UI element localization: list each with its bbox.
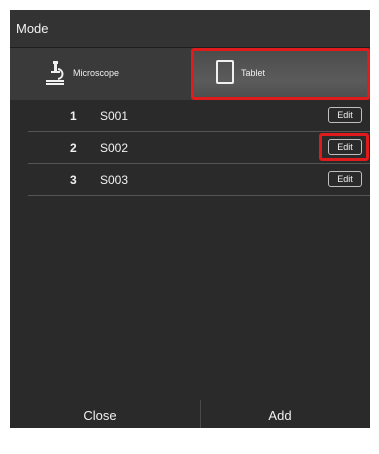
mode-title: Mode <box>16 21 49 36</box>
item-name: S003 <box>100 173 129 187</box>
tab-microscope[interactable]: Microscope <box>10 48 191 100</box>
mode-tabs: Microscope Tablet <box>10 48 370 100</box>
item-name: S002 <box>100 141 129 155</box>
add-button[interactable]: Add <box>190 378 370 428</box>
microscope-icon <box>46 61 64 85</box>
list-item[interactable]: 1 S001 Edit <box>28 100 370 132</box>
mode-header: Mode <box>10 10 370 48</box>
list-item[interactable]: 2 S002 Edit <box>28 132 370 164</box>
item-name: S001 <box>100 109 129 123</box>
footer: Close Add <box>10 378 370 428</box>
mode-panel: Mode Microscope Tablet 1 S001 Edit 2 S00… <box>10 10 370 428</box>
tab-tablet[interactable]: Tablet <box>191 48 370 100</box>
item-number: 2 <box>70 141 77 155</box>
edit-button[interactable]: Edit <box>328 171 362 187</box>
edit-button[interactable]: Edit <box>328 139 362 155</box>
tab-microscope-label: Microscope <box>73 68 120 78</box>
close-button[interactable]: Close <box>10 378 190 428</box>
edit-button[interactable]: Edit <box>328 107 362 123</box>
tablet-icon <box>216 60 234 84</box>
item-number: 1 <box>70 109 77 123</box>
entry-list: 1 S001 Edit 2 S002 Edit 3 S003 Edit <box>10 100 370 196</box>
list-item[interactable]: 3 S003 Edit <box>28 164 370 196</box>
tab-tablet-label: Tablet <box>241 68 266 78</box>
item-number: 3 <box>70 173 77 187</box>
